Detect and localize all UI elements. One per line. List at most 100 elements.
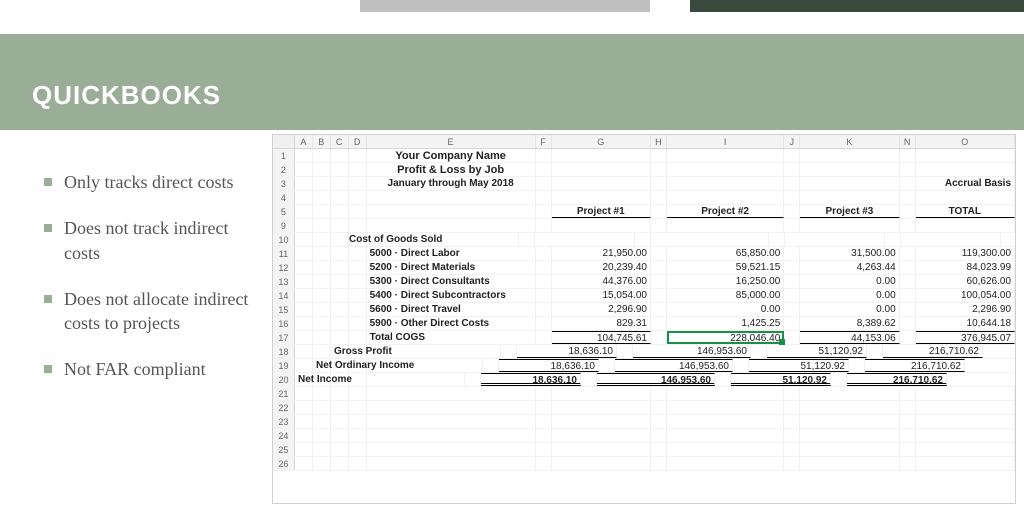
row-header[interactable]: 11 xyxy=(273,247,295,260)
cell[interactable] xyxy=(349,163,367,176)
cell[interactable] xyxy=(651,457,667,470)
cell[interactable] xyxy=(331,415,349,428)
cell[interactable] xyxy=(784,443,800,456)
cell[interactable] xyxy=(331,331,349,344)
cell[interactable] xyxy=(916,387,1015,400)
cell-value[interactable]: 829.31 xyxy=(552,317,651,330)
cell-value[interactable]: 146,953.60 xyxy=(597,373,715,386)
cell[interactable] xyxy=(536,205,552,218)
cell-company[interactable]: Your Company Name xyxy=(367,149,536,162)
cell-project-header[interactable]: Project #3 xyxy=(800,205,899,218)
row-header[interactable]: 20 xyxy=(273,373,295,386)
col-header[interactable]: B xyxy=(313,135,331,148)
cell-net-ord-label[interactable]: Net Ordinary Income xyxy=(313,359,483,372)
cell[interactable] xyxy=(900,275,916,288)
row-header[interactable]: 10 xyxy=(273,233,295,246)
cell-value[interactable]: 59,521.15 xyxy=(667,261,784,274)
cell[interactable] xyxy=(313,443,331,456)
cell[interactable] xyxy=(900,177,916,190)
cell[interactable] xyxy=(900,415,916,428)
cell[interactable] xyxy=(900,303,916,316)
cell-value[interactable]: 60,626.00 xyxy=(916,275,1015,288)
cell[interactable] xyxy=(900,191,916,204)
cell[interactable] xyxy=(349,401,367,414)
cell[interactable] xyxy=(900,317,916,330)
row-header[interactable]: 16 xyxy=(273,317,295,330)
cell[interactable] xyxy=(900,219,916,232)
cell-project-header[interactable]: Project #1 xyxy=(552,205,651,218)
cell[interactable] xyxy=(313,163,331,176)
cell[interactable] xyxy=(349,289,367,302)
cell-line-label[interactable]: 5300 · Direct Consultants xyxy=(367,275,536,288)
cell[interactable] xyxy=(916,401,1015,414)
cell[interactable] xyxy=(536,163,552,176)
cell[interactable] xyxy=(552,177,651,190)
cell[interactable] xyxy=(784,247,800,260)
cell[interactable] xyxy=(552,387,651,400)
cell[interactable] xyxy=(651,289,667,302)
cell-value[interactable]: 18,636.10 xyxy=(481,373,581,386)
cell[interactable] xyxy=(651,219,667,232)
row-header[interactable]: 23 xyxy=(273,415,295,428)
cell[interactable] xyxy=(349,415,367,428)
cell[interactable] xyxy=(784,387,800,400)
cell[interactable] xyxy=(867,345,883,358)
cell[interactable] xyxy=(900,247,916,260)
col-header[interactable]: H xyxy=(651,135,667,148)
col-header[interactable]: E xyxy=(367,135,536,148)
cell-value[interactable]: 216,710.62 xyxy=(883,345,983,358)
cell[interactable] xyxy=(349,219,367,232)
cell[interactable] xyxy=(349,275,367,288)
cell[interactable] xyxy=(800,401,899,414)
cell[interactable] xyxy=(751,345,767,358)
cell-value[interactable]: 18,636.10 xyxy=(499,359,599,372)
row-header[interactable]: 5 xyxy=(273,205,295,218)
cell-line-label[interactable]: 5900 · Other Direct Costs xyxy=(367,317,536,330)
cell[interactable] xyxy=(667,191,784,204)
cell[interactable] xyxy=(784,401,800,414)
cell-value[interactable]: 51,120.92 xyxy=(731,373,831,386)
cell[interactable] xyxy=(295,387,313,400)
cell[interactable] xyxy=(349,387,367,400)
cell-value[interactable]: 85,000.00 xyxy=(667,289,784,302)
cell-report-title[interactable]: Profit & Loss by Job xyxy=(367,163,536,176)
cell[interactable] xyxy=(313,275,331,288)
cell[interactable] xyxy=(313,191,331,204)
cell[interactable] xyxy=(651,401,667,414)
cell[interactable] xyxy=(800,219,899,232)
cell[interactable] xyxy=(295,317,313,330)
cell[interactable] xyxy=(784,177,800,190)
cell-value[interactable]: 16,250.00 xyxy=(667,275,784,288)
cell[interactable] xyxy=(536,317,552,330)
row-header[interactable]: 13 xyxy=(273,275,295,288)
cell[interactable] xyxy=(769,233,785,246)
cell[interactable] xyxy=(295,163,313,176)
cell[interactable] xyxy=(667,401,784,414)
cell[interactable] xyxy=(313,289,331,302)
cell[interactable] xyxy=(784,149,800,162)
cell[interactable] xyxy=(784,163,800,176)
cell[interactable] xyxy=(295,359,313,372)
cell[interactable] xyxy=(800,443,899,456)
cell[interactable] xyxy=(313,387,331,400)
cell[interactable] xyxy=(667,219,784,232)
cell[interactable] xyxy=(667,429,784,442)
cell[interactable] xyxy=(367,191,536,204)
cell-value[interactable]: 51,120.92 xyxy=(767,345,867,358)
cell[interactable] xyxy=(667,457,784,470)
cell[interactable] xyxy=(715,373,731,386)
cell[interactable] xyxy=(900,443,916,456)
cell[interactable] xyxy=(331,275,349,288)
cell[interactable] xyxy=(367,429,536,442)
cell[interactable] xyxy=(501,345,517,358)
col-header[interactable]: D xyxy=(349,135,367,148)
cell-value[interactable]: 0.00 xyxy=(800,275,899,288)
cell[interactable] xyxy=(313,219,331,232)
cell[interactable] xyxy=(667,443,784,456)
cell-basis[interactable]: Accrual Basis xyxy=(916,177,1015,190)
select-all-corner[interactable] xyxy=(273,135,295,148)
cell-value[interactable]: 2,296.90 xyxy=(552,303,651,316)
cell-value[interactable]: 0.00 xyxy=(800,289,899,302)
cell-value[interactable]: 65,850.00 xyxy=(667,247,784,260)
cell-value[interactable]: 10,644.18 xyxy=(916,317,1015,330)
